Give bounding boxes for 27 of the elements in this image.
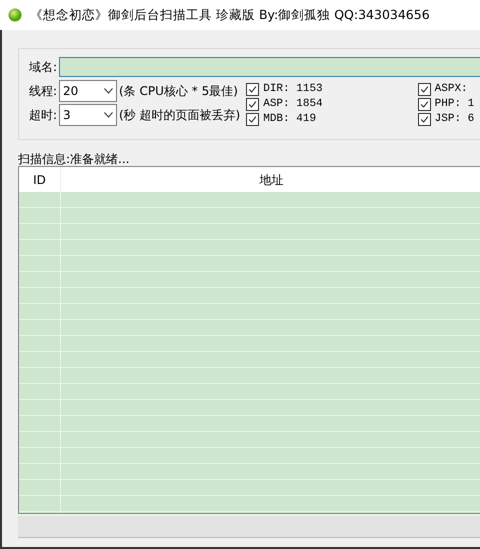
column-header[interactable]: 地址 — [61, 167, 480, 192]
status-label: 扫描信息: — [18, 151, 70, 164]
timeout-note: (秒 超时的页面被丢弃) — [119, 107, 240, 124]
app-icon — [8, 8, 22, 22]
checkbox[interactable] — [418, 82, 431, 96]
caret-icon — [104, 112, 114, 118]
checkbox[interactable] — [418, 98, 431, 110]
dictionary-label: MDB: 419 — [263, 112, 316, 127]
dictionary-label: PHP: 1 — [434, 96, 474, 112]
timeout-label: 超时: — [29, 107, 58, 124]
checkbox[interactable] — [246, 98, 260, 110]
dictionary-label: DIR: 1153 — [263, 82, 323, 97]
dictionary-label: JSP: 6 — [434, 112, 474, 127]
status-text: 准备就绪... — [70, 151, 130, 164]
checkbox[interactable] — [418, 112, 431, 126]
window-title: 《想念初恋》御剑后台扫描工具 珍藏版 By:御剑孤独 QQ:343034656 — [30, 6, 430, 24]
timeout-dropdown[interactable]: 3 — [59, 104, 118, 126]
threads-dropdown[interactable]: 20 — [59, 80, 118, 102]
threads-note: (条 CPU核心 * 5最佳) — [119, 83, 238, 100]
dictionary-label: ASPX: — [434, 82, 468, 97]
threads-label: 线程: — [29, 83, 58, 100]
caret-icon — [104, 88, 114, 94]
dictionary-label: ASP: 1854 — [263, 96, 323, 112]
checkbox[interactable] — [246, 112, 260, 126]
domain-field[interactable] — [59, 57, 480, 77]
checkbox[interactable] — [246, 82, 260, 96]
domain-label: 域名: — [29, 59, 58, 76]
